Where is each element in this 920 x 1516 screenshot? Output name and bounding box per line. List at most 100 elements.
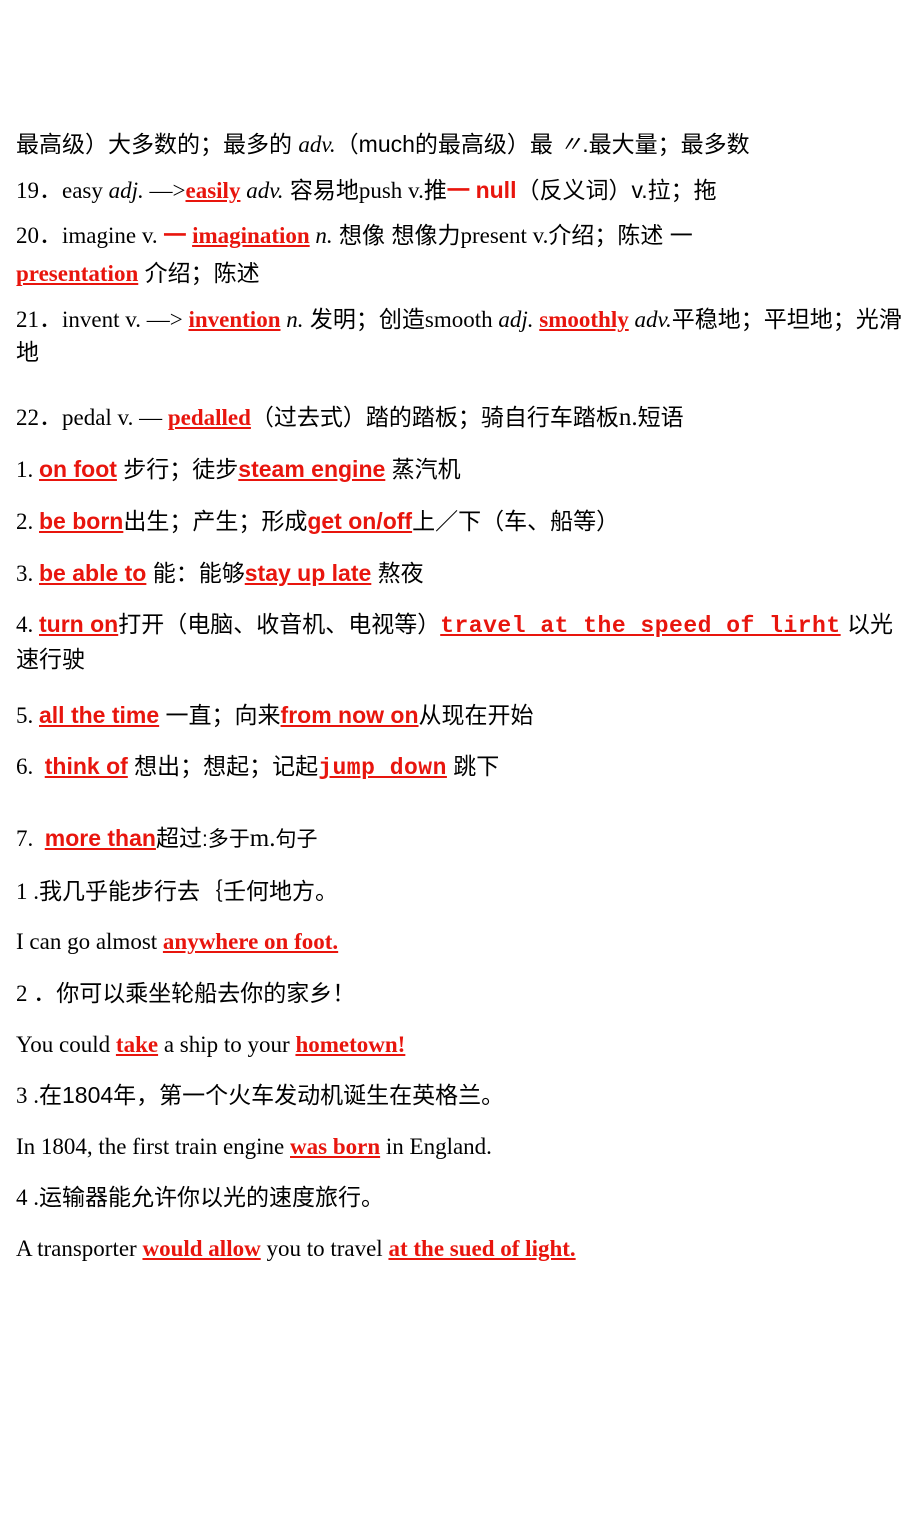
sentence-1-chinese: 我几乎能步行去｛壬何地方。 <box>39 877 338 904</box>
phrase-2-meaning: 出生；产生；形成 <box>123 508 308 535</box>
phrase-4-line: 4. turn on打开（电脑、收音机、电视等）travel at the sp… <box>16 608 904 676</box>
entry-20-meaning2: 介绍；陈述 <box>548 222 670 249</box>
phrase-3-line: 3. be able to 能：能够stay up late 熬夜 <box>16 557 904 591</box>
section-gap-3 <box>16 803 904 821</box>
phrase-7-number: 7. <box>16 826 34 852</box>
entry-20-word: imagine v. <box>62 223 164 249</box>
phrase-2-term: be born <box>39 508 124 535</box>
phrase-3-term2: stay up late <box>244 559 372 586</box>
phrase-1-meaning: 步行；徒步 <box>116 456 239 483</box>
entry-19-number: 19． <box>16 177 62 203</box>
sentence-1-cn-line: 1 .我几乎能步行去｛壬何地方。 <box>16 875 904 909</box>
entry-19-meaning2: 推 <box>423 176 447 203</box>
sentence-2-number: 2 ． <box>16 980 57 1006</box>
entry-22-word: pedal v. — <box>62 404 168 430</box>
phrase-2-line: 2. be born出生；产生；形成get on/off上／下（车、船等） <box>16 505 904 539</box>
entry-19-word: easy <box>62 177 109 203</box>
phrase-5-meaning: 一直；向来 <box>159 701 281 728</box>
entry-21-derived-pos: n. <box>280 306 304 332</box>
entry-19-word2: push v. <box>358 177 424 203</box>
entry-20-meaning3: 介绍；陈述 <box>138 259 260 286</box>
phrase-1-line: 1. on foot 步行；徒步steam engine 蒸汽机 <box>16 453 904 487</box>
sentence-2-chinese: 你可以乘坐轮船去你的家乡！ <box>56 979 356 1006</box>
phrase-5-meaning2: 从现在开始 <box>418 701 534 728</box>
sentence-2-cn-line: 2 ．你可以乘坐轮船去你的家乡！ <box>16 977 904 1011</box>
sentence-2-answer-2: hometown! <box>295 1031 406 1057</box>
entry-most-line: 最高级）大多数的；最多的 adv.（much的最高级）最 〃.最大量；最多数 <box>16 128 904 162</box>
entry-19-derived: easily <box>185 177 241 203</box>
phrase-6-meaning2: 跳下 <box>446 753 500 780</box>
phrase-4-meaning: 打开（电脑、收音机、电视等） <box>118 611 441 638</box>
sentence-4-chinese: 运输器能允许你以光的速度旅行。 <box>39 1184 384 1211</box>
entry-20-derived2: presentation <box>16 260 139 286</box>
entry-21-number: 21． <box>16 306 62 332</box>
phrase-7-line: 7. more than超过:多于m.句子 <box>16 821 904 857</box>
phrase-4-term: turn on <box>39 611 119 638</box>
entry-most-text-b: （much的最高级）最 <box>335 131 560 157</box>
phrase-7-pos: m. <box>249 825 276 853</box>
phrase-7-meaning-alt: :多于 <box>201 828 250 852</box>
sentence-2-english-b: a ship to your <box>158 1031 296 1057</box>
entry-22-number: 22． <box>16 404 62 430</box>
entry-19-pos: adj. <box>108 177 144 203</box>
phrase-3-meaning: 能：能够 <box>146 559 245 586</box>
entry-21-derived2-pos: adv. <box>628 306 672 332</box>
entry-most-text-a: 最高级）大多数的；最多的 <box>16 131 299 157</box>
entry-19-null: null <box>475 176 517 203</box>
sentence-4-english-b: you to travel <box>260 1236 389 1262</box>
phrase-6-line: 6. think of 想出；想起；记起jump down 跳下 <box>16 750 904 785</box>
entry-20-dash2: 一 <box>669 222 693 249</box>
entry-most-mark: 〃 <box>559 132 583 157</box>
phrase-3-meaning2: 熬夜 <box>371 559 424 586</box>
phrase-4-number: 4. <box>16 612 34 638</box>
sentence-4-number: 4 . <box>16 1185 39 1211</box>
phrase-6-meaning: 想出；想起；记起 <box>127 753 319 780</box>
phrase-5-term2: from now on <box>280 701 419 728</box>
sentence-1-answer: anywhere on foot. <box>162 929 339 955</box>
entry-20-meaning: 想像 想像力 <box>332 222 461 249</box>
sentence-4-answer-1: would allow <box>142 1236 261 1262</box>
section-gap-2 <box>16 681 904 699</box>
entry-19-line: 19．easy adj. —>easily adv. 容易地push v.推一 … <box>16 174 904 208</box>
sentence-3-cn-line: 3 .在1804年，第一个火车发动机诞生在英格兰。 <box>16 1079 904 1113</box>
phrase-1-term: on foot <box>39 456 117 483</box>
sentence-2-answer-1: take <box>115 1031 159 1057</box>
phrase-3-number: 3. <box>16 560 34 586</box>
sentence-3-number: 3 . <box>16 1083 39 1109</box>
entry-19-derived-pos: adv. <box>240 177 284 203</box>
entry-20-derived: imagination <box>192 223 310 249</box>
section-gap-1 <box>16 374 904 400</box>
entry-21-meaning: 发明；创造 <box>303 305 425 332</box>
sentence-2-english-a: You could <box>16 1031 116 1057</box>
sentence-1-en-line: I can go almost anywhere on foot. <box>16 926 904 959</box>
entry-19-arrow: —> <box>143 177 186 203</box>
sentence-4-cn-line: 4 .运输器能允许你以光的速度旅行。 <box>16 1181 904 1215</box>
entry-20-word2: present v. <box>460 223 549 249</box>
sentence-3-answer: was born <box>290 1133 381 1159</box>
phrase-7-meaning: 超过 <box>155 825 202 852</box>
entry-22-derived: pedalled <box>167 404 251 430</box>
document-body: 最高级）大多数的；最多的 adv.（much的最高级）最 〃.最大量；最多数 1… <box>16 128 904 1276</box>
sentence-3-english-a: In 1804, the first train engine <box>16 1133 291 1159</box>
entry-20-dash: 一 <box>163 223 187 249</box>
entry-19-meaning: 容易地 <box>283 176 359 203</box>
sentence-2-en-line: You could take a ship to your hometown! <box>16 1029 904 1062</box>
phrase-6-term: think of <box>44 753 128 780</box>
entry-most-text-c: .最大量；最多数 <box>582 131 750 157</box>
sentences-heading: 句子 <box>275 828 318 852</box>
entry-20-line-cont: presentation 介绍；陈述 <box>16 257 904 291</box>
entry-22-pos: n. <box>618 403 638 431</box>
sentence-1-number: 1 . <box>16 878 39 904</box>
sentence-4-en-line: A transporter would allow you to travel … <box>16 1233 904 1266</box>
entry-most-pos: adv. <box>298 132 336 157</box>
phrase-1-term2: steam engine <box>238 456 386 483</box>
entry-19-antonym: （反义词）v.拉；拖 <box>516 176 717 203</box>
sentence-3-en-line: In 1804, the first train engine was born… <box>16 1131 904 1164</box>
phrase-1-number: 1. <box>16 457 34 483</box>
phrases-heading: 短语 <box>637 403 684 430</box>
sentence-4-english-a: A transporter <box>16 1236 143 1262</box>
phrase-3-term: be able to <box>39 559 147 586</box>
phrase-5-line: 5. all the time 一直；向来from now on从现在开始 <box>16 699 904 733</box>
sentence-4-answer-2: at the sued of light. <box>388 1236 576 1262</box>
entry-19-dash: 一 <box>446 177 470 203</box>
